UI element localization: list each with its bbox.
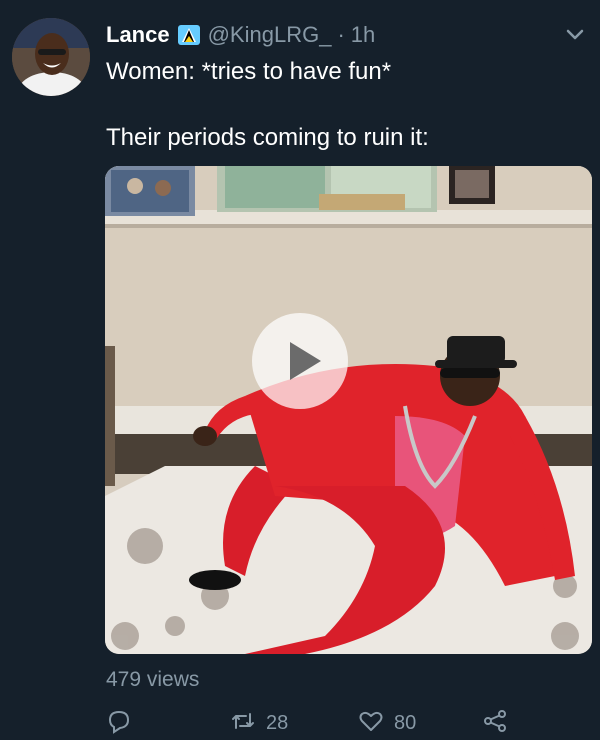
- reply-icon: [108, 710, 130, 734]
- video-player[interactable]: [105, 166, 592, 654]
- author-handle[interactable]: @KingLRG_: [208, 22, 332, 48]
- tweet-line-2: Their periods coming to ruin it:: [106, 124, 429, 151]
- video-thumbnail: [105, 166, 592, 654]
- author-avatar[interactable]: [12, 18, 90, 96]
- saint-lucia-flag-icon: [177, 25, 200, 45]
- retweet-button[interactable]: 28: [230, 708, 288, 735]
- tweet-actions: 28 80: [106, 700, 586, 740]
- tweet-line-1: Women: *tries to have fun*: [106, 58, 392, 85]
- reply-button[interactable]: [106, 708, 132, 734]
- avatar-image: [12, 18, 90, 96]
- view-count: 479 views: [106, 668, 200, 691]
- tweet-text: Women: *tries to have fun* Their periods…: [106, 56, 580, 154]
- author-name[interactable]: Lance: [106, 22, 170, 48]
- share-icon: [484, 710, 506, 732]
- heart-icon: [359, 711, 383, 731]
- retweet-icon: [232, 713, 254, 729]
- separator-dot: ·: [337, 22, 345, 47]
- share-button[interactable]: [482, 708, 508, 734]
- tweet-header: Lance @KingLRG_ · 1h: [106, 20, 600, 50]
- play-icon[interactable]: [251, 312, 349, 410]
- chevron-down-icon[interactable]: [562, 24, 588, 46]
- tweet-time[interactable]: 1h: [351, 22, 375, 48]
- like-button[interactable]: 80: [358, 708, 416, 735]
